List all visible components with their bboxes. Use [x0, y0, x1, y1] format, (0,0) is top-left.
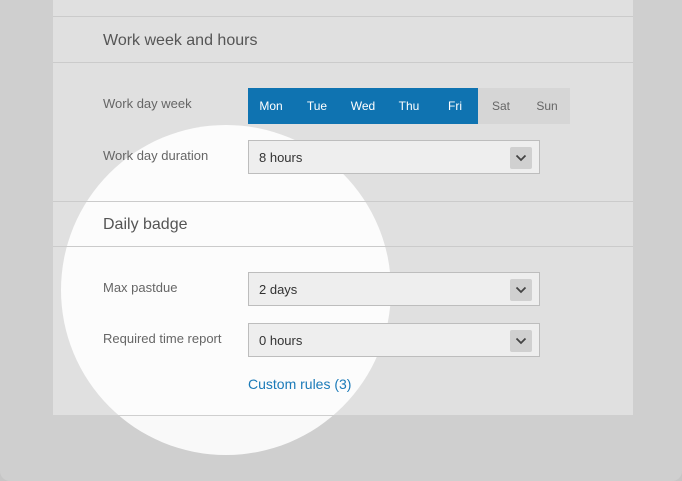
required-time-report-value: 0 hours — [259, 333, 303, 348]
day-toggle-tue[interactable]: Tue — [294, 88, 340, 124]
day-toggle-sun[interactable]: Sun — [524, 88, 570, 124]
divider — [53, 16, 633, 17]
divider — [53, 62, 633, 63]
work-day-week-selector: Mon Tue Wed Thu Fri Sat Sun — [248, 88, 570, 124]
work-day-week-label: Work day week — [103, 96, 192, 111]
work-day-duration-value: 8 hours — [259, 150, 303, 165]
required-time-report-label: Required time report — [103, 331, 222, 346]
day-toggle-mon[interactable]: Mon — [248, 88, 294, 124]
day-toggle-sat[interactable]: Sat — [478, 88, 524, 124]
dropdown-button[interactable] — [510, 330, 532, 352]
max-pastdue-value: 2 days — [259, 282, 298, 297]
settings-content: Work week and hours Work day week Mon Tu… — [0, 0, 682, 481]
chevron-down-icon — [515, 286, 527, 294]
section-title-work-week: Work week and hours — [103, 32, 258, 49]
section-title-daily-badge: Daily badge — [103, 216, 188, 233]
chevron-down-icon — [515, 154, 527, 162]
required-time-report-select[interactable]: 0 hours — [248, 323, 540, 357]
chevron-down-icon — [515, 337, 527, 345]
custom-rules-link[interactable]: Custom rules (3) — [248, 376, 351, 392]
dropdown-button[interactable] — [510, 147, 532, 169]
dropdown-button[interactable] — [510, 279, 532, 301]
work-day-duration-label: Work day duration — [103, 148, 209, 163]
max-pastdue-select[interactable]: 2 days — [248, 272, 540, 306]
work-day-duration-select[interactable]: 8 hours — [248, 140, 540, 174]
settings-panel-content: Work week and hours Work day week Mon Tu… — [52, 0, 634, 416]
day-toggle-wed[interactable]: Wed — [340, 88, 386, 124]
divider — [53, 246, 633, 247]
day-toggle-thu[interactable]: Thu — [386, 88, 432, 124]
max-pastdue-label: Max pastdue — [103, 280, 178, 295]
day-toggle-fri[interactable]: Fri — [432, 88, 478, 124]
divider — [53, 201, 633, 202]
